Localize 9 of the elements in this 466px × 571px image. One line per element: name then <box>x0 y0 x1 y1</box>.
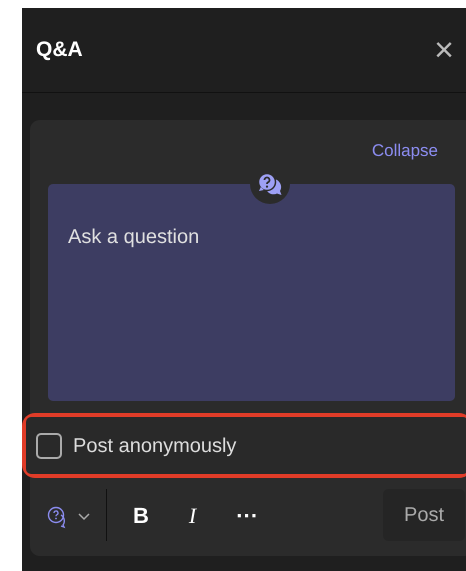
collapse-link[interactable]: Collapse <box>372 138 438 164</box>
checkbox-label: Post anonymously <box>73 434 236 458</box>
italic-button[interactable]: I <box>176 498 208 532</box>
anonymous-checkbox[interactable] <box>36 432 62 458</box>
more-options-button[interactable]: ··· <box>224 498 270 532</box>
panel-title: Q&A <box>36 37 83 64</box>
question-field[interactable]: Ask a question <box>48 184 455 401</box>
bold-button[interactable]: B <box>121 498 161 532</box>
close-button[interactable]: × <box>434 33 454 67</box>
